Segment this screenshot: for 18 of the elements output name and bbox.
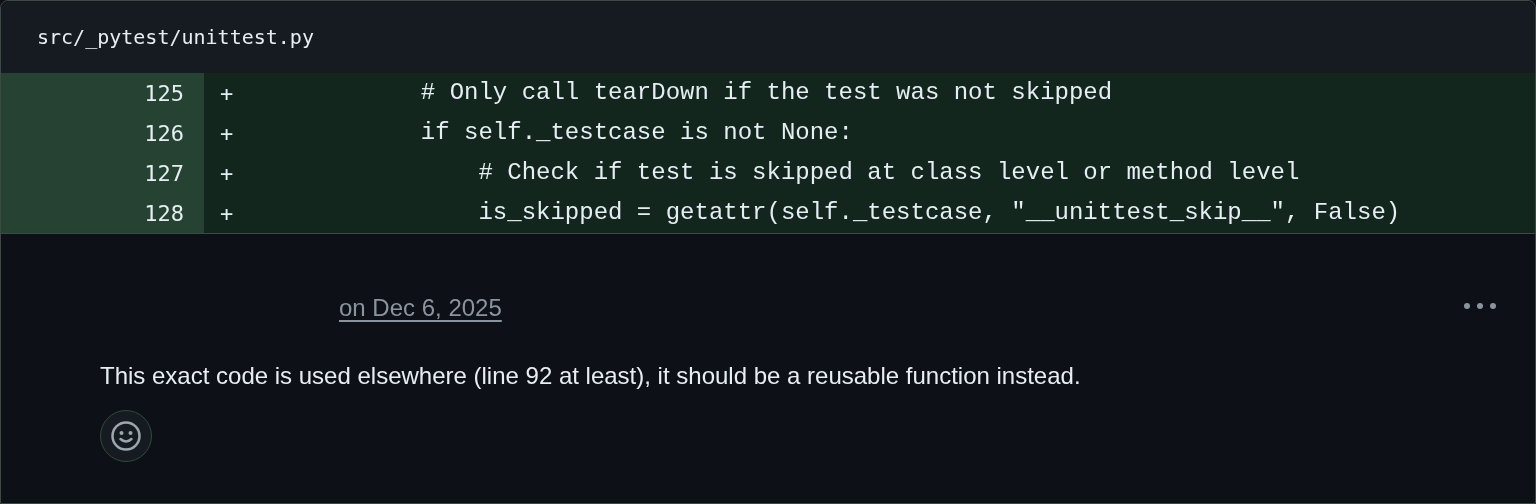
diff-sign: + — [220, 199, 235, 228]
smiley-icon — [110, 420, 142, 452]
code-line: # Check if test is skipped at class level or method level — [477, 158, 1300, 188]
line-number: 126 — [1, 113, 204, 153]
code-line: is_skipped = getattr(self._testcase, "__unittest_skip__", False) — [477, 198, 1401, 228]
code-line: # Only call tearDown if the test was not skipped — [419, 78, 1113, 108]
code-line: if self._testcase is not None: — [419, 118, 853, 148]
line-number: 127 — [1, 153, 204, 193]
add-reaction-button[interactable] — [100, 410, 152, 462]
diff-sign: + — [220, 159, 235, 188]
comment-date-link[interactable]: on Dec 6, 2025 — [339, 290, 502, 326]
line-number: 125 — [1, 73, 204, 113]
diff-sign: + — [220, 119, 235, 148]
comment-body: This exact code is used elsewhere (line 92 at least), it should be a reusable function instead. — [100, 361, 1082, 391]
line-number: 128 — [1, 193, 204, 233]
more-options-icon[interactable] — [1463, 302, 1497, 310]
file-path: src/_pytest/unittest.py — [37, 24, 314, 51]
diff-sign: + — [220, 79, 235, 108]
